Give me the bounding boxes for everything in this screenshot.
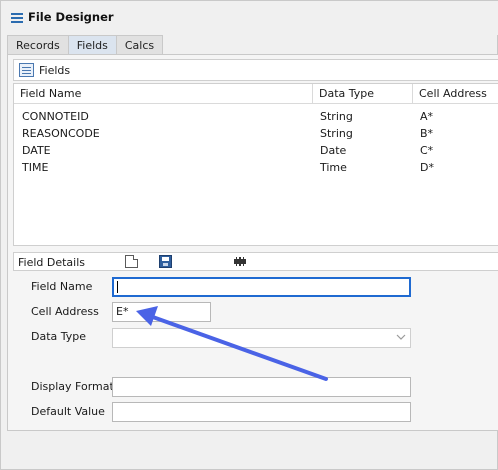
cell-address: B* [420, 127, 434, 140]
tab-calcs[interactable]: Calcs [115, 35, 164, 55]
default-value-input[interactable] [112, 402, 411, 422]
cell-data-type: String [320, 127, 353, 140]
new-document-icon[interactable] [125, 255, 138, 268]
data-type-label: Data Type [31, 330, 87, 343]
cell-data-type: Date [320, 144, 347, 157]
tab-records[interactable]: Records [7, 35, 69, 55]
save-icon[interactable] [159, 255, 172, 268]
cell-data-type: String [320, 110, 353, 123]
cell-field-name: REASONCODE [22, 127, 100, 140]
fields-panel-title: Fields [39, 64, 71, 77]
field-details-header: Field Details [13, 252, 498, 271]
cell-field-name: CONNOTEID [22, 110, 89, 123]
column-header-field-name[interactable]: Field Name [14, 84, 312, 104]
cell-address: A* [420, 110, 434, 123]
cell-field-name: DATE [22, 144, 51, 157]
table-row[interactable]: DATE Date C* [14, 142, 498, 159]
table-header: Field Name Data Type Cell Address [14, 84, 498, 104]
table-row[interactable]: CONNOTEID String A* [14, 108, 498, 125]
list-icon [11, 13, 23, 23]
cell-address-label: Cell Address [31, 305, 99, 318]
chevron-down-icon [396, 334, 406, 340]
table-row[interactable]: TIME Time D* [14, 159, 498, 176]
field-name-input[interactable] [112, 277, 411, 297]
fields-grid-icon [19, 63, 34, 77]
field-details-title: Field Details [18, 256, 86, 269]
fields-panel-header: Fields [13, 59, 498, 81]
cell-address: C* [420, 144, 434, 157]
column-header-data-type[interactable]: Data Type [312, 84, 412, 104]
cell-address-input[interactable]: E* [112, 302, 211, 322]
title-bar: File Designer [1, 1, 498, 35]
default-value-label: Default Value [31, 405, 105, 418]
cell-data-type: Time [320, 161, 347, 174]
cell-field-name: TIME [22, 161, 49, 174]
data-type-select[interactable] [112, 328, 411, 348]
fields-table[interactable]: Field Name Data Type Cell Address CONNOT… [13, 83, 498, 246]
display-format-input[interactable] [112, 377, 411, 397]
file-designer-window: File Designer Records Fields Calcs Field… [0, 0, 498, 470]
tab-fields[interactable]: Fields [67, 35, 117, 55]
window-title: File Designer [28, 10, 114, 24]
display-format-label: Display Format [31, 380, 114, 393]
table-row[interactable]: REASONCODE String B* [14, 125, 498, 142]
film-icon[interactable] [234, 257, 246, 266]
cell-address: D* [420, 161, 434, 174]
tab-strip: Records Fields Calcs [7, 35, 164, 55]
field-name-label: Field Name [31, 280, 93, 293]
column-header-cell-address[interactable]: Cell Address [412, 84, 498, 104]
